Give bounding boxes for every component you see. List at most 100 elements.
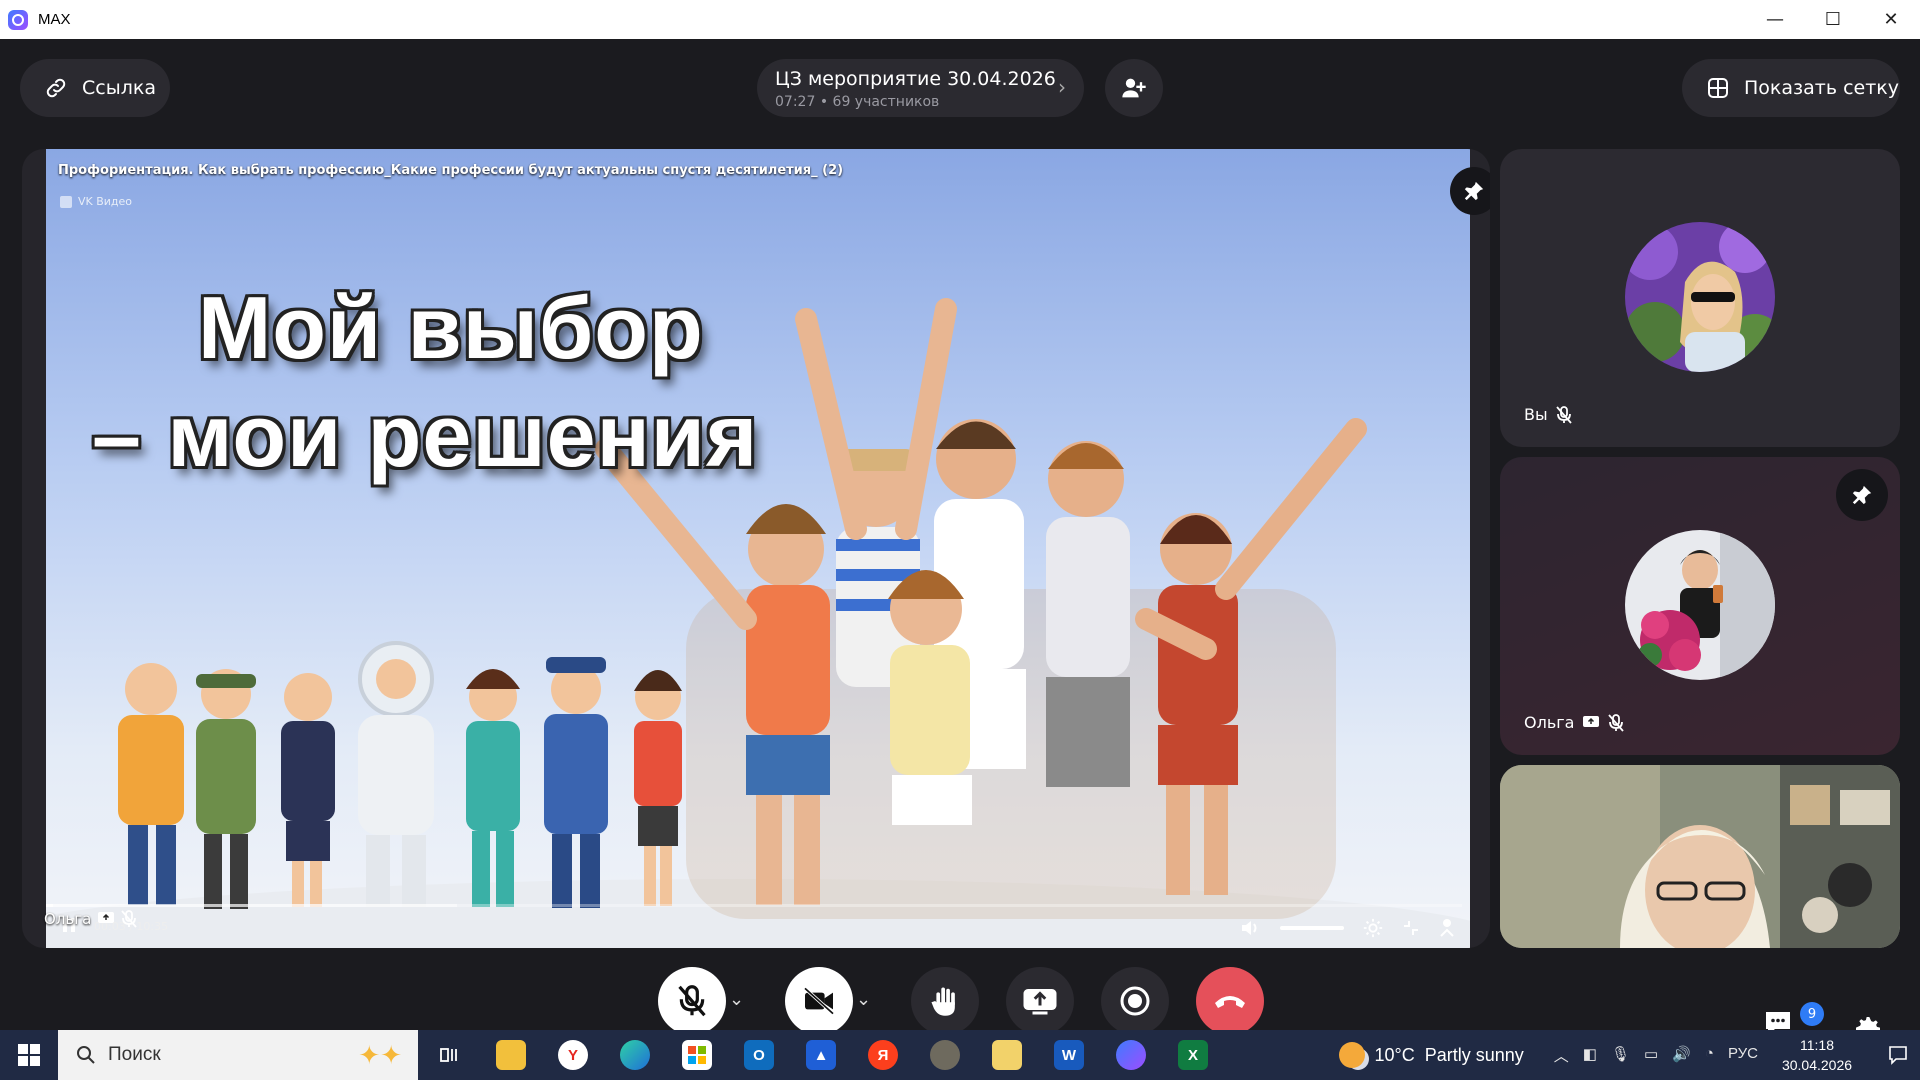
copy-link-label: Ссылка xyxy=(82,77,156,99)
avatar xyxy=(1625,222,1775,372)
participant-tile-self[interactable]: Вы xyxy=(1500,149,1900,447)
language-indicator[interactable]: РУС xyxy=(1728,1045,1758,1066)
call-window: Ссылка ЦЗ мероприятие 30.04.2026 07:27 •… xyxy=(0,39,1920,1041)
raise-hand-button[interactable] xyxy=(911,967,979,1035)
participant-label: Вы xyxy=(1524,405,1572,424)
network-icon[interactable]: ◔ xyxy=(1705,1045,1714,1066)
start-button[interactable] xyxy=(0,1030,58,1080)
volume-slider[interactable] xyxy=(1280,926,1344,930)
video-controls xyxy=(1240,917,1456,939)
pin-icon xyxy=(1852,485,1872,505)
video-illustration xyxy=(46,298,1470,948)
folder-icon xyxy=(496,1040,526,1070)
video-headline-line2: – мои решения xyxy=(92,386,759,485)
battery-icon[interactable]: ▭ xyxy=(1644,1045,1658,1066)
video-settings-icon[interactable] xyxy=(1362,917,1384,939)
outlook-icon: O xyxy=(744,1040,774,1070)
end-call-button[interactable] xyxy=(1196,967,1264,1035)
microphone-options-chevron-icon[interactable]: ⌄ xyxy=(729,989,744,1010)
max-icon xyxy=(1116,1040,1146,1070)
volume-tray-icon[interactable]: 🔊 xyxy=(1672,1045,1691,1066)
camera-options-chevron-icon[interactable]: ⌄ xyxy=(856,989,871,1010)
partly-sunny-icon xyxy=(1338,1042,1365,1068)
notes-button[interactable] xyxy=(976,1030,1038,1080)
word-button[interactable]: W xyxy=(1038,1030,1100,1080)
notifications-button[interactable] xyxy=(1876,1045,1920,1065)
video-headline-line1: Мой выбор xyxy=(198,278,704,377)
blue-app-button[interactable]: ▲ xyxy=(790,1030,852,1080)
chat-unread-badge: 9 xyxy=(1800,1002,1824,1026)
notepad-icon xyxy=(992,1040,1022,1070)
record-button[interactable] xyxy=(1101,967,1169,1035)
add-participant-button[interactable] xyxy=(1105,59,1163,117)
presenter-label: Ольга xyxy=(44,910,137,928)
show-grid-button[interactable]: Показать сетку xyxy=(1682,59,1900,117)
maximize-button[interactable]: ☐ xyxy=(1804,0,1862,39)
task-view-button[interactable] xyxy=(418,1030,480,1080)
participant-label: Ольга xyxy=(1524,713,1625,732)
microsoft-store-button[interactable] xyxy=(666,1030,728,1080)
mic-off-icon xyxy=(678,985,706,1017)
hang-up-icon xyxy=(1215,996,1245,1008)
avatar xyxy=(1625,530,1775,680)
pin-stage-button[interactable] xyxy=(1450,167,1490,215)
excel-button[interactable]: X xyxy=(1162,1030,1224,1080)
show-hidden-icons-chevron-icon[interactable]: ︿ xyxy=(1554,1045,1569,1066)
outlook-button[interactable]: O xyxy=(728,1030,790,1080)
toggle-camera-button[interactable] xyxy=(785,967,853,1035)
close-window-button[interactable]: ✕ xyxy=(1862,0,1920,39)
taskbar-clock[interactable]: 11:18 30.04.2026 xyxy=(1774,1035,1860,1075)
volume-icon[interactable] xyxy=(1240,918,1262,938)
pin-participant-button[interactable] xyxy=(1836,469,1888,521)
windows-taskbar: Поиск ✦✦ Y O ▲ Я W X 10°C Partly sunny ︿… xyxy=(0,1030,1920,1080)
window-controls: — ☐ ✕ xyxy=(1746,0,1920,39)
max-messenger-button[interactable] xyxy=(1100,1030,1162,1080)
screen-share-icon xyxy=(1583,715,1600,727)
minimize-button[interactable]: — xyxy=(1746,0,1804,39)
mic-off-icon xyxy=(1555,405,1572,424)
weather-condition: Partly sunny xyxy=(1424,1044,1524,1065)
camera-off-icon xyxy=(803,987,835,1015)
word-icon: W xyxy=(1054,1040,1084,1070)
participant-tile-olga[interactable]: Ольга xyxy=(1500,457,1900,755)
max-app-icon xyxy=(8,9,28,30)
add-user-icon xyxy=(1122,78,1146,98)
system-tray: 10°C Partly sunny ︿ ◧ 🎙 ▭ 🔊 ◔ РУС 11:18 … xyxy=(1338,1030,1920,1080)
participant-name: Вы xyxy=(1524,405,1548,424)
mic-off-icon xyxy=(1608,713,1625,732)
event-info-button[interactable]: ЦЗ мероприятие 30.04.2026 07:27 • 69 уча… xyxy=(757,59,1084,117)
vk-icon[interactable] xyxy=(1438,918,1456,938)
yandex-icon: Я xyxy=(868,1040,898,1070)
screen-share-icon xyxy=(1023,989,1057,1015)
video-buffer-fill xyxy=(46,904,457,907)
gimp-button[interactable] xyxy=(914,1030,976,1080)
toggle-microphone-button[interactable] xyxy=(658,967,726,1035)
file-explorer-button[interactable] xyxy=(480,1030,542,1080)
search-placeholder: Поиск xyxy=(108,1044,161,1065)
video-progress-bar[interactable] xyxy=(46,904,1462,907)
copy-link-button[interactable]: Ссылка xyxy=(20,59,170,117)
clock-date: 30.04.2026 xyxy=(1781,1057,1853,1073)
search-icon xyxy=(77,1046,95,1064)
exit-fullscreen-icon[interactable] xyxy=(1402,919,1420,937)
task-view-icon xyxy=(440,1048,457,1062)
yandex-button[interactable]: Я xyxy=(852,1030,914,1080)
event-title: ЦЗ мероприятие 30.04.2026 xyxy=(775,68,1056,90)
weather-widget[interactable]: 10°C Partly sunny xyxy=(1338,1042,1524,1068)
event-meta: 07:27 • 69 участников xyxy=(775,94,939,110)
participant-tile-video[interactable] xyxy=(1500,765,1900,948)
camera-tray-icon[interactable]: ◧ xyxy=(1583,1045,1597,1066)
hand-icon xyxy=(931,987,955,1016)
record-icon xyxy=(1120,986,1150,1016)
shared-video[interactable]: Профориентация. Как выбрать профессию_Ка… xyxy=(46,149,1470,948)
microphone-tray-icon[interactable]: 🎙 xyxy=(1611,1045,1630,1066)
taskbar-search[interactable]: Поиск ✦✦ xyxy=(58,1030,418,1080)
yandex-browser-button[interactable]: Y xyxy=(542,1030,604,1080)
pin-icon xyxy=(1464,181,1484,201)
edge-button[interactable] xyxy=(604,1030,666,1080)
link-icon xyxy=(46,78,66,98)
share-screen-button[interactable] xyxy=(1006,967,1074,1035)
presenter-name: Ольга xyxy=(44,910,92,928)
clock-time: 11:18 xyxy=(1800,1037,1834,1053)
participant-name: Ольга xyxy=(1524,713,1575,732)
